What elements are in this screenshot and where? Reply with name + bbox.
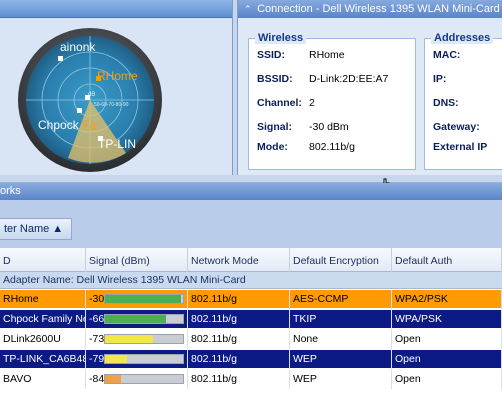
adapter-group-row[interactable]: Adapter Name: Dell Wireless 1395 WLAN Mi…: [0, 272, 502, 289]
cell-signal: -84: [86, 370, 188, 389]
sort-chip-adapter-name[interactable]: ter Name ▲: [0, 218, 73, 240]
cell-mode: 802.11b/g: [188, 310, 290, 329]
radar-scale: 50-60-70-80-90: [94, 102, 129, 108]
mode-label: Mode:: [257, 141, 288, 153]
signal-bar: [104, 354, 184, 364]
signal-value: -30 dBm: [309, 121, 349, 133]
column-header-encryption[interactable]: Default Encryption: [290, 248, 392, 272]
connection-title: Connection - Dell Wireless 1395 WLAN Min…: [257, 3, 500, 15]
ip-label-text: IP:: [433, 73, 447, 85]
cell-encryption: WEP: [290, 350, 392, 369]
table-row[interactable]: DLink2600U -73 802.11b/g None Open: [0, 330, 502, 349]
bssid-label: BSSID:: [257, 73, 293, 85]
radar-dot-ainonk: [58, 56, 63, 61]
table-row[interactable]: TP-LINK_CA6B48 -79 802.11b/g WEP Open: [0, 350, 502, 369]
cell-signal: -73: [86, 330, 188, 349]
table-header: D Signal (dBm) Network Mode Default Encr…: [0, 248, 502, 272]
table-row[interactable]: RHome -30 802.11b/g AES-CCMP WPA2/PSK: [0, 290, 502, 309]
signal-bar-fill: [105, 315, 166, 323]
signal-bar-fill: [105, 355, 127, 363]
channel-label: Channel:: [257, 97, 302, 109]
horizontal-splitter[interactable]: [0, 175, 502, 183]
dns-label-text: DNS:: [433, 97, 459, 109]
cell-mode: 802.11b/g: [188, 370, 290, 389]
radar-area: ainonk RHome Chpock Fa TP-LIN dB 50-60-7…: [0, 18, 232, 175]
wireless-group: Wireless SSID: RHome BSSID: D-Link:2D:EE…: [248, 32, 416, 170]
networks-title: orks: [0, 185, 21, 197]
cell-signal: -79: [86, 350, 188, 369]
bssid-value: D-Link:2D:EE:A7: [309, 73, 389, 85]
column-header-auth[interactable]: Default Auth: [392, 248, 502, 272]
radar-scale-unit: dB: [88, 92, 95, 98]
connection-panel-header[interactable]: ⌃ Connection - Dell Wireless 1395 WLAN M…: [238, 0, 502, 18]
cell-encryption: TKIP: [290, 310, 392, 329]
signal-bar-fill: [105, 335, 153, 343]
table-row[interactable]: BAVO -84 802.11b/g WEP Open: [0, 370, 502, 389]
cell-ssid: TP-LINK_CA6B48: [0, 350, 86, 369]
cell-auth: Open: [392, 370, 502, 389]
group-by-bar: ter Name ▲: [0, 200, 502, 248]
mode-value: 802.11b/g: [309, 141, 355, 153]
signal-value-text: -84: [89, 373, 105, 385]
cell-signal: -30: [86, 290, 188, 309]
cell-signal: -66: [86, 310, 188, 329]
signal-value-text: -66: [89, 313, 105, 325]
signal-value-text: -73: [89, 333, 105, 345]
cell-auth: Open: [392, 350, 502, 369]
radar-label-fa: Fa: [82, 118, 96, 132]
networks-panel-header: orks: [0, 183, 502, 200]
ssid-value: RHome: [309, 49, 345, 61]
signal-bar: [104, 314, 184, 324]
gateway-label-text: Gateway:: [433, 121, 480, 133]
radar-label-ainonk: ainonk: [60, 40, 96, 54]
connection-body: Wireless SSID: RHome BSSID: D-Link:2D:EE…: [238, 18, 502, 175]
collapse-chevron-icon[interactable]: ⌃: [244, 0, 254, 18]
signal-bar-fill: [105, 295, 181, 303]
signal-bar-fill: [105, 375, 121, 383]
cell-mode: 802.11b/g: [188, 290, 290, 309]
cell-ssid: RHome: [0, 290, 86, 309]
signal-value-text: -79: [89, 353, 105, 365]
cell-auth: WPA/PSK: [392, 310, 502, 329]
signal-bar: [104, 294, 184, 304]
cell-encryption: AES-CCMP: [290, 290, 392, 309]
signal-bar: [104, 334, 184, 344]
table-row[interactable]: Chpock Family Net -66 802.11b/g TKIP WPA/PSK: [0, 310, 502, 329]
column-header-signal[interactable]: Signal (dBm): [86, 248, 188, 272]
column-header-mode[interactable]: Network Mode: [188, 248, 290, 272]
channel-value: 2: [309, 97, 315, 109]
column-header-ssid[interactable]: D: [0, 248, 86, 272]
signal-value-text: -30: [89, 293, 105, 305]
signal-bar: [104, 374, 184, 384]
radar-label-tplink: TP-LIN: [98, 137, 136, 151]
external-ip-label-text: External IP: [433, 141, 488, 153]
ssid-label: SSID:: [257, 49, 286, 61]
mac-label-text: MAC:: [433, 49, 461, 61]
cell-ssid: Chpock Family Net: [0, 310, 86, 329]
addresses-group: Addresses MAC: IP: DNS: Gateway: Externa…: [424, 32, 502, 170]
radar-dot-chpock: [77, 108, 82, 113]
cell-auth: Open: [392, 330, 502, 349]
connection-panel: ⌃ Connection - Dell Wireless 1395 WLAN M…: [238, 0, 502, 175]
cell-mode: 802.11b/g: [188, 350, 290, 369]
cell-auth: WPA2/PSK: [392, 290, 502, 309]
radar-label-rhome: RHome: [97, 69, 138, 83]
cell-encryption: WEP: [290, 370, 392, 389]
radar-panel: ainonk RHome Chpock Fa TP-LIN dB 50-60-7…: [0, 0, 232, 175]
radar-panel-header: [0, 0, 232, 18]
signal-label: Signal:: [257, 121, 293, 133]
cell-ssid: DLink2600U: [0, 330, 86, 349]
wireless-group-title: Wireless: [255, 32, 307, 44]
cell-ssid: BAVO: [0, 370, 86, 389]
radar-label-chpock: Chpock: [38, 118, 80, 132]
cell-mode: 802.11b/g: [188, 330, 290, 349]
cell-encryption: None: [290, 330, 392, 349]
networks-table: D Signal (dBm) Network Mode Default Encr…: [0, 248, 502, 398]
radar-display: ainonk RHome Chpock Fa TP-LIN dB 50-60-7…: [18, 28, 162, 172]
addresses-group-title: Addresses: [431, 32, 494, 44]
